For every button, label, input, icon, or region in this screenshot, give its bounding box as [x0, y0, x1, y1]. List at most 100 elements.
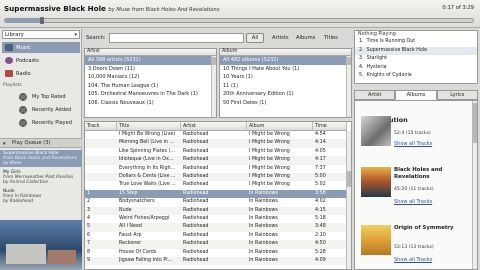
scrollbar-thumb[interactable]: [347, 171, 351, 187]
playlist-my-top-rated[interactable]: My Top Rated: [2, 91, 80, 103]
column-header-track[interactable]: Track: [85, 122, 117, 131]
filter-artists[interactable]: Artists: [272, 35, 289, 41]
tab-albums[interactable]: Albums: [395, 90, 437, 100]
show-all-tracks-link[interactable]: Show all Tracks: [394, 257, 432, 263]
artist-row[interactable]: 106. Classix Nouveaux (1): [85, 99, 216, 108]
tab-lyrics[interactable]: Lyrics: [436, 90, 478, 100]
queue-item[interactable]: Supermassive Black Hole from Black Holes…: [0, 150, 82, 167]
album-row[interactable]: 50 First Dates (1): [220, 99, 351, 108]
table-row[interactable]: 1 15 Step Radiohead In Rainbows 3:58: [85, 189, 347, 199]
column-header-artist[interactable]: Artist: [181, 122, 247, 131]
artist-row[interactable]: 3 Doors Down (11): [85, 65, 216, 74]
track-scrollbar[interactable]: [346, 131, 351, 269]
show-all-tracks-link[interactable]: Show all Tracks: [394, 141, 432, 147]
track-track-cell: 4: [87, 216, 91, 221]
playlist-recently-added[interactable]: Recently Added: [2, 104, 80, 116]
album-cover[interactable]: [361, 167, 391, 197]
music-note-icon: [5, 44, 13, 51]
filter-albums[interactable]: Albums: [296, 35, 315, 41]
column-header-title[interactable]: Title: [117, 122, 181, 131]
now-playing-title: Supermassive Black Hole by Muse from Bla…: [4, 4, 219, 13]
expander-icon[interactable]: ▾: [3, 141, 6, 147]
scrollbar-thumb[interactable]: [347, 57, 351, 65]
filter-titles[interactable]: Titles: [324, 35, 338, 41]
upcoming-item[interactable]: 2. Supermassive Black Hole: [355, 46, 477, 56]
artist-row[interactable]: 104. The Human League (1): [85, 82, 216, 91]
track-title-cell: House Of Cards: [119, 249, 157, 255]
track-artist-cell: Radiohead: [183, 216, 209, 221]
artist-row[interactable]: All 398 artists (5232): [85, 56, 216, 65]
artist-row[interactable]: 105. Orchestral Manoeuvres in The Dark (…: [85, 90, 216, 99]
album-browser[interactable]: Album All 482 albums (5232) 10 Things I …: [219, 48, 352, 118]
artist-column-header[interactable]: Artist: [85, 49, 216, 56]
tab-artist[interactable]: Artist: [354, 90, 396, 100]
table-row[interactable]: 5 All I Need Radiohead In Rainbows 3:48: [85, 223, 347, 232]
all-button[interactable]: All: [246, 33, 264, 43]
queue-item[interactable]: Nude from In Rainbows by Radiohead: [0, 188, 82, 205]
table-row[interactable]: 9 Jigsaw Falling Into Pl... Radiohead In Ra…: [85, 257, 347, 266]
upcoming-number: 4.: [359, 64, 364, 70]
play-queue-header[interactable]: ▾ Play Queue (3): [0, 138, 82, 148]
table-row[interactable]: 3 Nude Radiohead In Rainbows 4:15: [85, 206, 347, 215]
show-all-tracks-link[interactable]: Show all Tracks: [394, 199, 432, 205]
table-row[interactable]: I Might Be Wrong (Live) Radiohead I Might …: [85, 131, 347, 139]
smart-playlist-icon: [19, 93, 27, 101]
album-row[interactable]: 10 Things I Hate About You (1): [220, 65, 351, 74]
track-artist-cell: Radiohead: [183, 224, 209, 230]
track-list[interactable]: Track Title Artist Album Time I Might Be…: [84, 121, 352, 270]
upcoming-item[interactable]: 3. Starlight: [355, 55, 477, 64]
table-row[interactable]: Like Spinning Plates (... Radiohead I Migh…: [85, 148, 347, 156]
track-track-cell: 2: [87, 199, 91, 205]
album-scrollbar[interactable]: [346, 56, 351, 117]
upcoming-list[interactable]: Nothing Playing 1. Time Is Running Out 2. S…: [354, 30, 478, 84]
upcoming-item[interactable]: 4. Hysteria: [355, 64, 477, 73]
track-artist-cell: Radiohead: [183, 241, 209, 247]
track-title-cell: Faust Arp: [119, 232, 142, 238]
album-cover[interactable]: [361, 225, 391, 255]
table-row[interactable]: 7 Reckoner Radiohead In Rainbows 4:50: [85, 240, 347, 249]
table-row[interactable]: 6 Faust Arp Radiohead In Rainbows 2:10: [85, 232, 347, 240]
table-row[interactable]: Everything In Its Righ... Radiohead I Migh…: [85, 165, 347, 173]
library-select[interactable]: Library ▾: [2, 30, 80, 39]
sidebar-item-label: Podcasts: [16, 57, 39, 64]
table-row[interactable]: 4 Weird Fishes/Arpeggi Radiohead In Rainbow…: [85, 215, 347, 223]
artist-scrollbar[interactable]: [211, 56, 216, 117]
upcoming-header: Nothing Playing: [358, 32, 396, 37]
artist-row[interactable]: 10,000 Maniacs (12): [85, 73, 216, 82]
search-input[interactable]: [109, 33, 244, 43]
column-header-time[interactable]: Time: [313, 122, 347, 131]
table-row[interactable]: Idioteque (Live in Ox... Radiohead I Might…: [85, 156, 347, 165]
seek-slider[interactable]: [4, 17, 474, 24]
track-album-cell: I Might be Wrong: [249, 140, 290, 146]
upcoming-item[interactable]: 1. Time Is Running Out: [355, 38, 477, 47]
table-row[interactable]: 8 House Of Cards Radiohead In Rainbows 5:28: [85, 249, 347, 257]
track-time-cell: 4:54: [315, 132, 326, 137]
scrollbar-thumb[interactable]: [212, 57, 216, 65]
table-row[interactable]: Morning Bell (Live in ... Radiohead I Migh…: [85, 139, 347, 148]
upcoming-number: 2.: [359, 47, 364, 53]
sidebar-item-podcasts[interactable]: Podcasts: [2, 55, 80, 66]
album-column-header[interactable]: Album: [220, 49, 351, 56]
upcoming-item[interactable]: 5. Knights of Cydonia: [355, 72, 477, 81]
queue-item[interactable]: My Girls from Merriweather Post Pavilion…: [0, 169, 82, 186]
artist-browser[interactable]: Artist All 398 artists (5232) 3 Doors Do…: [84, 48, 217, 118]
playlist-recently-played[interactable]: Recently Played: [2, 117, 80, 129]
seek-handle[interactable]: [40, 17, 45, 24]
queue-item-artist: by Muse: [3, 161, 22, 166]
table-row[interactable]: Dollars & Cents (Live ... Radiohead I Migh…: [85, 173, 347, 182]
table-row[interactable]: 2 Bodysnatchers Radiohead In Rainbows 4:02: [85, 198, 347, 206]
album-cover[interactable]: [361, 116, 391, 146]
scrollbar-thumb[interactable]: [473, 103, 477, 143]
album-row[interactable]: 20th Anniversary Edition (1): [220, 90, 351, 99]
track-album-cell: In Rainbows: [249, 216, 278, 221]
track-track-cell: 8: [87, 249, 91, 255]
album-row[interactable]: All 482 albums (5232): [220, 56, 351, 65]
column-header-album[interactable]: Album: [247, 122, 313, 131]
podcast-icon: [5, 57, 13, 64]
sidebar-item-radio[interactable]: Radio: [2, 68, 80, 79]
sidebar-item-music[interactable]: Music: [2, 42, 80, 53]
albums-scrollbar[interactable]: [472, 101, 477, 269]
album-row[interactable]: 10 Years (1): [220, 73, 351, 82]
table-row[interactable]: True Love Waits (Live ... Radiohead I Migh…: [85, 181, 347, 189]
album-row[interactable]: 11 (1): [220, 82, 351, 91]
